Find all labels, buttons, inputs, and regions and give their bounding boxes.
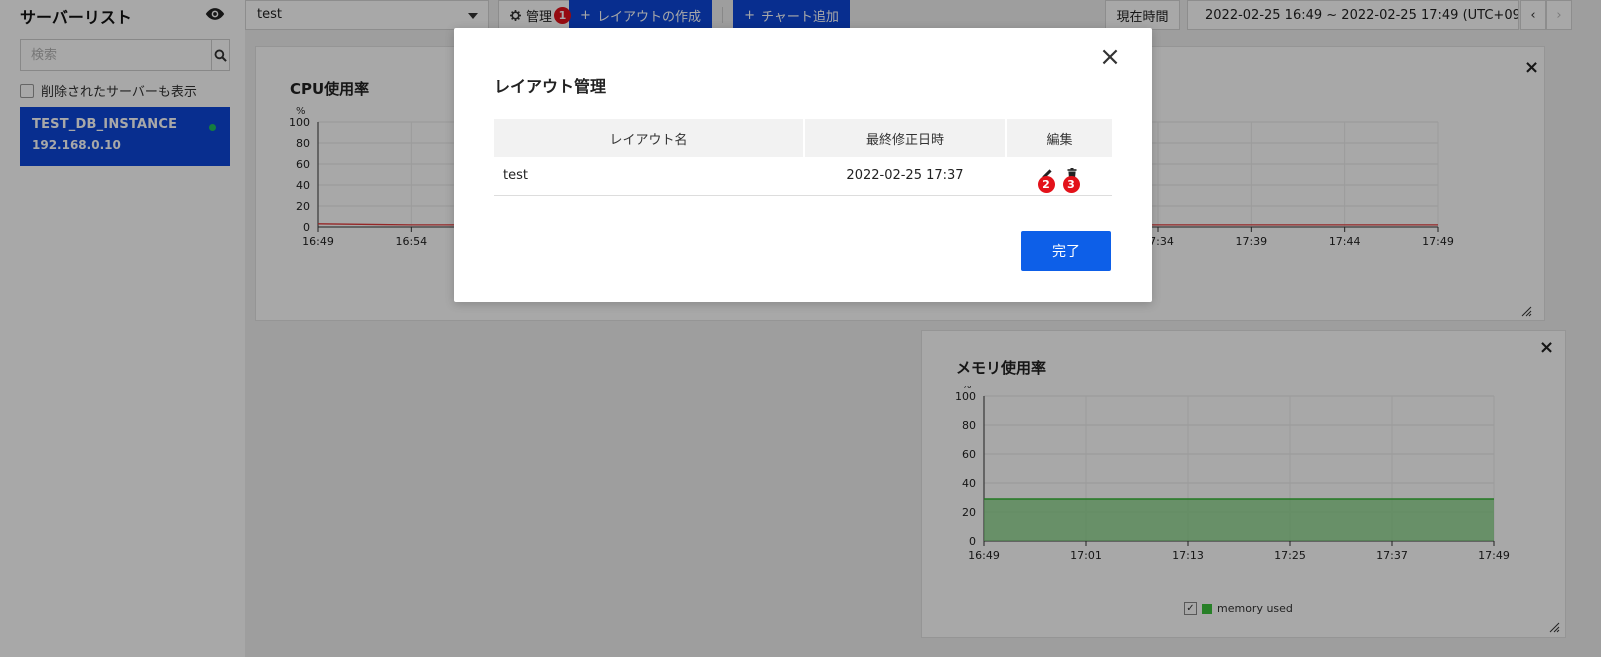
edit-cell: 2 3 [1006, 157, 1112, 196]
close-icon[interactable]: × [1099, 44, 1121, 70]
edit-button[interactable]: 2 [1037, 168, 1055, 193]
delete-button[interactable]: 3 [1062, 167, 1080, 193]
layout-management-dialog: レイアウト管理 × レイアウト名 最終修正日時 編集 test 2022-02-… [454, 28, 1152, 302]
annotation-badge-2: 2 [1037, 175, 1055, 193]
modified-date-cell: 2022-02-25 17:37 [804, 157, 1006, 196]
annotation-badge-3: 3 [1062, 175, 1080, 193]
table-header-row: レイアウト名 最終修正日時 編集 [494, 119, 1112, 157]
layout-name-cell: test [494, 157, 804, 196]
table-row: test 2022-02-25 17:37 2 3 [494, 157, 1112, 196]
done-button-label: 完了 [1052, 244, 1080, 260]
done-button[interactable]: 完了 [1021, 231, 1111, 271]
column-header: 最終修正日時 [804, 119, 1007, 157]
dialog-title: レイアウト管理 [494, 77, 607, 96]
layout-table: レイアウト名 最終修正日時 編集 test 2022-02-25 17:37 2 [494, 119, 1112, 196]
column-header: レイアウト名 [494, 119, 805, 157]
column-header: 編集 [1006, 119, 1112, 157]
